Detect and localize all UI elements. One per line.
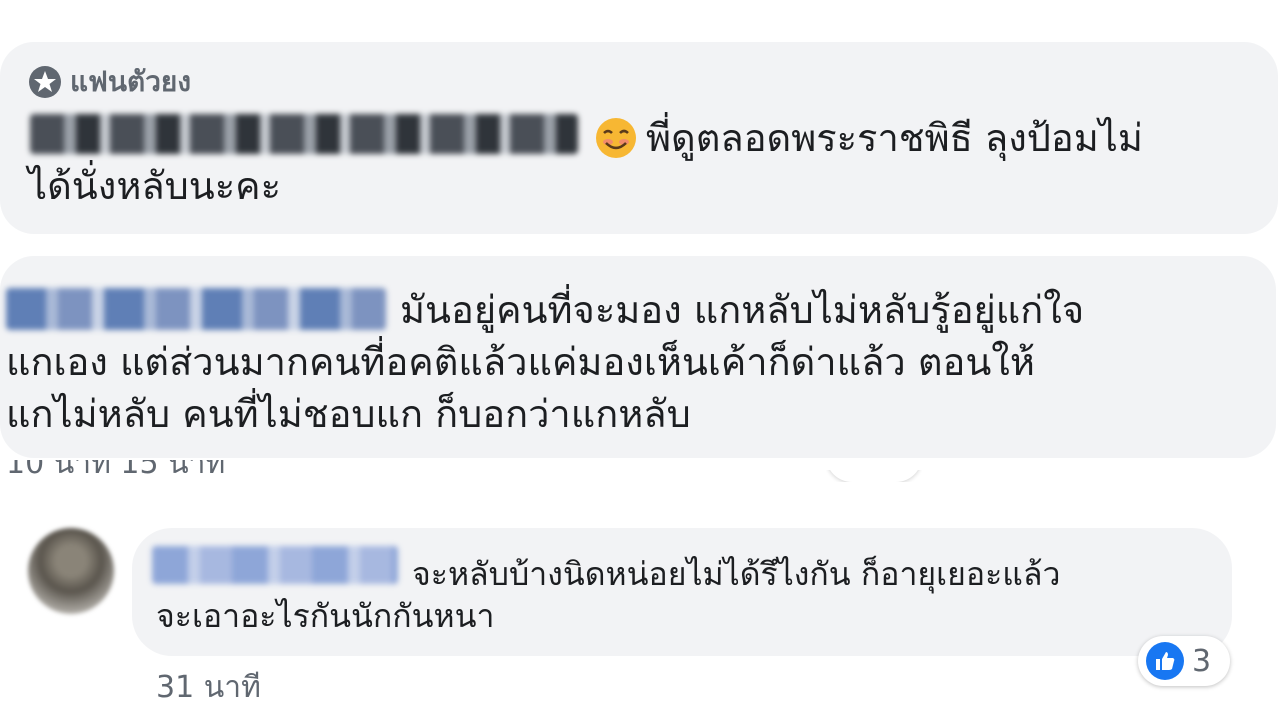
comment-1-text-line-1: พี่ดูตลอดพระราชพิธี ลุงป้อมไม่ <box>646 116 1143 160</box>
comment-2-text-line-3: แกไม่หลับ คนที่ไม่ชอบแก ก็บอกว่าแกหลับ <box>6 392 691 436</box>
comment-3-text-line-1: จะหลับบ้างนิดหน่อยไม่ได้รึไงกัน ก็อายุเย… <box>412 555 1061 593</box>
comment-2-text-line-2: แกเอง แต่ส่วนมากคนที่อคติแล้วแค่มองเห็นเ… <box>6 340 1035 384</box>
reaction-count: 3 <box>1192 643 1212 679</box>
comment-2-reaction-partial <box>826 470 922 482</box>
comment-2-meta-partial: 10 นาที 15 นาที <box>6 460 226 481</box>
star-badge-icon <box>29 66 61 98</box>
top-fan-badge: แฟนตัวยง <box>28 60 191 104</box>
comment-3-text-line-2: จะเอาอะไรกันนักกันหนา <box>156 597 495 635</box>
comment-2-text-line-1: มันอยู่คนที่จะมอง แกหลับไม่หลับรู้อยู่แก… <box>400 288 1085 332</box>
comment-3-timestamp[interactable]: 31 นาที <box>156 664 261 711</box>
like-icon <box>1146 642 1184 680</box>
smiling-face-icon <box>596 118 636 158</box>
comment-author-blurred[interactable] <box>6 288 386 330</box>
comment-author-blurred[interactable] <box>30 114 578 154</box>
comment-author-blurred[interactable] <box>152 546 398 584</box>
avatar[interactable] <box>28 528 114 614</box>
top-fan-label: แฟนตัวยง <box>70 65 191 98</box>
reaction-summary[interactable]: 3 <box>1138 636 1230 686</box>
comment-1-text-line-2: ได้นั่งหลับนะคะ <box>28 164 281 208</box>
